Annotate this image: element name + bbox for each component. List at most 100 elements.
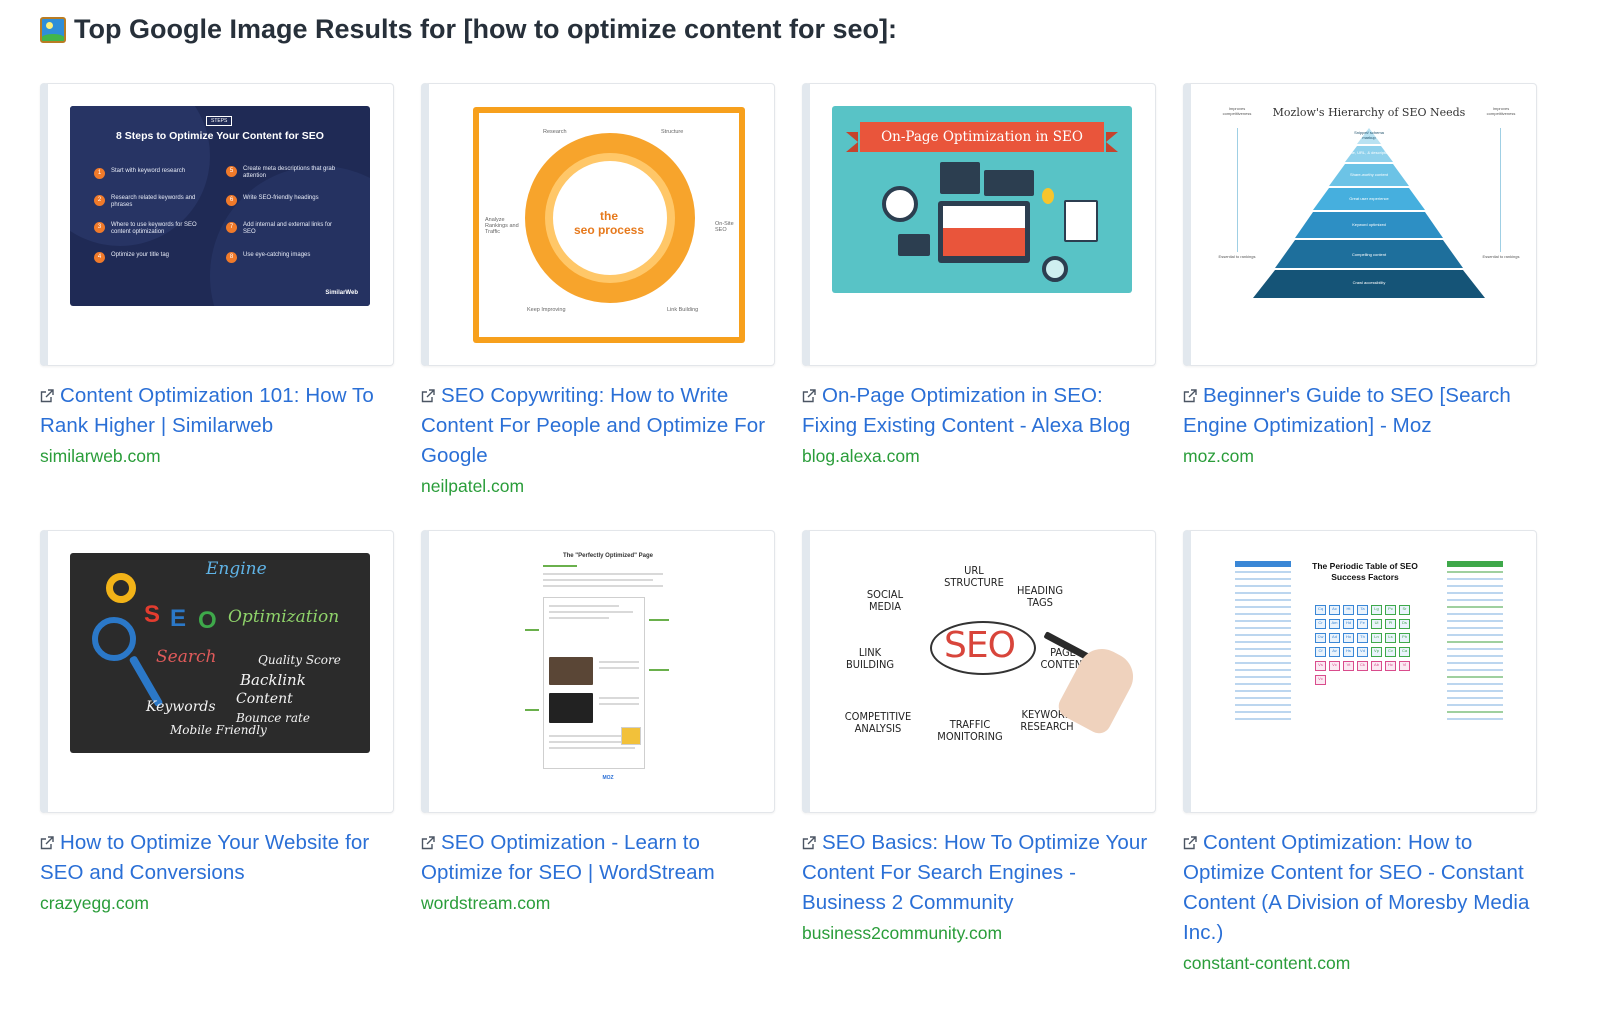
- result-card: the seo process Research Structure On-Si…: [421, 83, 775, 530]
- page-title: Top Google Image Results for [how to opt…: [74, 14, 897, 44]
- periodic-cell: Th: [1357, 633, 1368, 643]
- pyramid-layer: Share-worthy content: [1349, 172, 1389, 177]
- thumbnail-image[interactable]: The Periodic Table of SEO Success Factor…: [1231, 553, 1507, 753]
- periodic-cell: Vc: [1329, 661, 1340, 671]
- result-thumbnail[interactable]: SEO SOCIAL MEDIA URL STRUCTURE HEADING T…: [802, 530, 1156, 813]
- result-thumbnail[interactable]: S E O Engine Optimization Search Quality…: [40, 530, 394, 813]
- table-row-line: [1447, 690, 1503, 692]
- result-title-link[interactable]: Beginner's Guide to SEO [Search Engine O…: [1183, 381, 1537, 441]
- thumb-label: On-Site SEO: [715, 221, 734, 233]
- thumbnail-image[interactable]: Mozlow's Hierarchy of SEO Needs Improves…: [1217, 102, 1521, 328]
- external-link-icon: [1183, 836, 1197, 850]
- periodic-cell: Cq: [1315, 605, 1326, 615]
- periodic-cell: Sr: [1399, 605, 1410, 615]
- result-domain: blog.alexa.com: [802, 446, 920, 466]
- table-row-line: [1235, 704, 1291, 706]
- thumb-handwriting: Quality Score: [258, 653, 341, 667]
- periodic-cell: Ht: [1343, 605, 1354, 615]
- periodic-cell: Vp: [1371, 647, 1382, 657]
- periodic-cell: Hs: [1343, 647, 1354, 657]
- periodic-cell: Vl: [1399, 661, 1410, 671]
- result-card: The "Perfectly Optimized" Page MOZ SEO O…: [421, 530, 775, 990]
- result-thumbnail[interactable]: The Periodic Table of SEO Success Factor…: [1183, 530, 1537, 813]
- table-row-line: [1235, 641, 1291, 643]
- table-row-line: [1447, 683, 1503, 685]
- table-row-line: [1447, 599, 1503, 601]
- pyramid-layer: Title, URL, & description: [1347, 150, 1391, 155]
- table-row-line: [1235, 599, 1291, 601]
- table-row-line: [1235, 613, 1291, 615]
- external-link-icon: [802, 389, 816, 403]
- thumb-word: URL STRUCTURE: [944, 564, 1004, 589]
- thumb-handwriting: Content: [236, 691, 293, 707]
- thumb-brand: MOZ: [602, 775, 614, 781]
- periodic-cell: Ph: [1399, 633, 1410, 643]
- result-title-link[interactable]: SEO Optimization - Learn to Optimize for…: [421, 828, 775, 888]
- thumb-brand: SimilarWeb: [325, 290, 358, 296]
- page-heading: Top Google Image Results for [how to opt…: [40, 14, 897, 45]
- table-row-line: [1447, 676, 1503, 678]
- result-title-link[interactable]: How to Optimize Your Website for SEO and…: [40, 828, 394, 888]
- thumbnail-image[interactable]: SEO SOCIAL MEDIA URL STRUCTURE HEADING T…: [824, 549, 1152, 755]
- periodic-cell: Ul: [1371, 619, 1382, 629]
- external-link-icon: [802, 836, 816, 850]
- table-row-line: [1235, 718, 1291, 720]
- thumb-handwriting: Optimization: [228, 607, 340, 627]
- result-title-link[interactable]: Content Optimization 101: How To Rank Hi…: [40, 381, 394, 441]
- periodic-cell: Ds: [1399, 619, 1410, 629]
- periodic-cell: Ac: [1329, 605, 1340, 615]
- table-row-line: [1447, 578, 1503, 580]
- result-thumbnail[interactable]: STEPS 8 Steps to Optimize Your Content f…: [40, 83, 394, 366]
- thumb-step: Optimize your title tag: [111, 252, 170, 258]
- result-title-link[interactable]: SEO Copywriting: How to Write Content Fo…: [421, 381, 775, 471]
- table-row-line: [1235, 683, 1291, 685]
- result-domain: moz.com: [1183, 446, 1254, 466]
- thumb-word: TRAFFIC MONITORING: [937, 718, 1003, 743]
- table-row-line: [1235, 655, 1291, 657]
- pyramid-layer: Compelling content: [1351, 252, 1387, 257]
- thumb-title: The "Perfectly Optimized" Page: [562, 553, 654, 559]
- periodic-cell: Ck: [1357, 661, 1368, 671]
- result-title-link[interactable]: Content Optimization: How to Optimize Co…: [1183, 828, 1537, 948]
- result-domain: constant-content.com: [1183, 953, 1351, 973]
- table-row-line: [1447, 627, 1503, 629]
- periodic-cell: Av: [1329, 647, 1340, 657]
- thumb-word: HEADING TAGS: [1016, 584, 1064, 609]
- table-row-line: [1235, 578, 1291, 580]
- table-row-line: [1235, 690, 1291, 692]
- table-row-line: [1447, 704, 1503, 706]
- periodic-cell: Ad: [1329, 633, 1340, 643]
- thumbnail-image[interactable]: the seo process Research Structure On-Si…: [473, 107, 745, 343]
- thumb-word: LINK BUILDING: [845, 646, 895, 671]
- thumbnail-image[interactable]: STEPS 8 Steps to Optimize Your Content f…: [70, 106, 370, 306]
- result-thumbnail[interactable]: On-Page Optimization in SEO: [802, 83, 1156, 366]
- table-row-line: [1447, 613, 1503, 615]
- result-thumbnail[interactable]: the seo process Research Structure On-Si…: [421, 83, 775, 366]
- thumbnail-image[interactable]: The "Perfectly Optimized" Page MOZ: [525, 549, 691, 785]
- result-thumbnail[interactable]: Mozlow's Hierarchy of SEO Needs Improves…: [1183, 83, 1537, 366]
- thumbnail-image[interactable]: S E O Engine Optimization Search Quality…: [70, 553, 370, 753]
- periodic-cell: Ab: [1371, 661, 1382, 671]
- table-row-line: [1447, 592, 1503, 594]
- external-link-icon: [421, 836, 435, 850]
- thumb-handwriting: Mobile Friendly: [170, 723, 267, 737]
- periodic-cell: Cf: [1315, 647, 1326, 657]
- periodic-cell: Am: [1329, 619, 1340, 629]
- result-title-link[interactable]: SEO Basics: How To Optimize Your Content…: [802, 828, 1156, 918]
- result-domain: crazyegg.com: [40, 893, 149, 913]
- periodic-cell: Ho: [1343, 633, 1354, 643]
- result-thumbnail[interactable]: The "Perfectly Optimized" Page MOZ: [421, 530, 775, 813]
- results-page: Top Google Image Results for [how to opt…: [0, 0, 1600, 1014]
- result-title-link[interactable]: On-Page Optimization in SEO: Fixing Exis…: [802, 381, 1156, 441]
- result-domain: similarweb.com: [40, 446, 161, 466]
- result-card: STEPS 8 Steps to Optimize Your Content f…: [40, 83, 394, 530]
- result-card: Mozlow's Hierarchy of SEO Needs Improves…: [1183, 83, 1537, 530]
- result-card: On-Page Optimization in SEO On-Page Opti…: [802, 83, 1156, 530]
- thumbnail-image[interactable]: On-Page Optimization in SEO: [832, 106, 1132, 293]
- table-row-line: [1447, 655, 1503, 657]
- table-row-line: [1447, 571, 1503, 573]
- periodic-cell: Ln: [1371, 633, 1382, 643]
- periodic-cell: Lg: [1371, 605, 1382, 615]
- table-row-line: [1447, 669, 1503, 671]
- image-results-grid: STEPS 8 Steps to Optimize Your Content f…: [40, 83, 1537, 990]
